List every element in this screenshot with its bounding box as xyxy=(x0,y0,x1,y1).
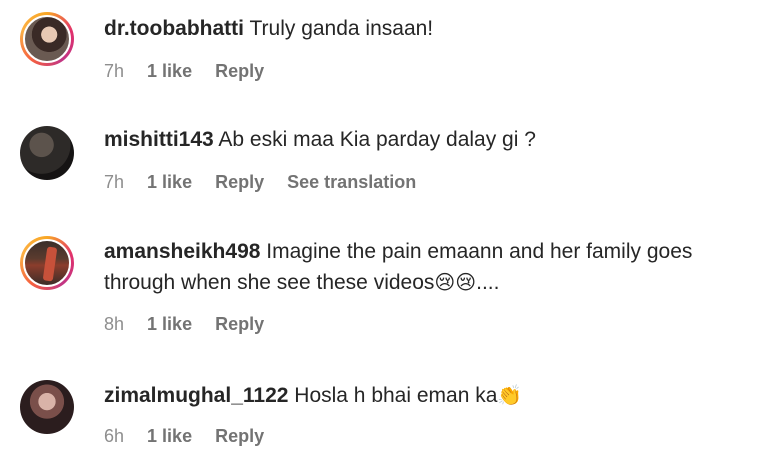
comment-time: 8h xyxy=(104,314,125,334)
avatar[interactable] xyxy=(20,380,74,434)
comment-meta: 7h 1 like Reply See translation xyxy=(104,172,434,193)
comment-time: 6h xyxy=(104,426,125,446)
comment-username[interactable]: dr.toobabhatti xyxy=(104,17,244,40)
comment-text: amansheikh498 Imagine the pain emaann an… xyxy=(104,237,756,298)
avatar[interactable] xyxy=(20,236,74,290)
comment-likes[interactable]: 1 like xyxy=(147,172,192,192)
comment-username[interactable]: zimalmughal_1122 xyxy=(104,384,288,407)
reply-button[interactable]: Reply xyxy=(215,314,264,334)
comment-time: 7h xyxy=(104,61,125,81)
comment-body: Truly ganda insaan! xyxy=(249,17,434,40)
comment-body-suffix: .... xyxy=(476,271,500,294)
comment-meta: 8h 1 like Reply xyxy=(104,314,282,335)
comment-text: zimalmughal_1122 Hosla h bhai eman ka👏 xyxy=(104,380,756,411)
comment-meta: 6h 1 like Reply xyxy=(104,426,282,447)
comment-time: 7h xyxy=(104,172,125,192)
comment-body: Hosla h bhai eman ka xyxy=(294,384,498,407)
avatar[interactable] xyxy=(20,126,74,180)
comment-text: dr.toobabhatti Truly ganda insaan! xyxy=(104,14,756,44)
reply-button[interactable]: Reply xyxy=(215,426,264,446)
clapping-hands-emoji: 👏 xyxy=(497,383,523,407)
crying-face-emoji: 😢😢 xyxy=(434,270,477,294)
reply-button[interactable]: Reply xyxy=(215,172,264,192)
comment-likes[interactable]: 1 like xyxy=(147,426,192,446)
comment-likes[interactable]: 1 like xyxy=(147,61,192,81)
see-translation-button[interactable]: See translation xyxy=(287,172,416,192)
comment-body: Ab eski maa Kia parday dalay gi ? xyxy=(218,128,536,151)
comment-username[interactable]: mishitti143 xyxy=(104,128,214,151)
comment-username[interactable]: amansheikh498 xyxy=(104,240,260,263)
comments-list: dr.toobabhatti Truly ganda insaan! 7h 1 … xyxy=(0,0,768,450)
comment-likes[interactable]: 1 like xyxy=(147,314,192,334)
reply-button[interactable]: Reply xyxy=(215,61,264,81)
avatar[interactable] xyxy=(20,12,74,66)
comment-text: mishitti143 Ab eski maa Kia parday dalay… xyxy=(104,125,756,155)
comment-meta: 7h 1 like Reply xyxy=(104,61,282,82)
